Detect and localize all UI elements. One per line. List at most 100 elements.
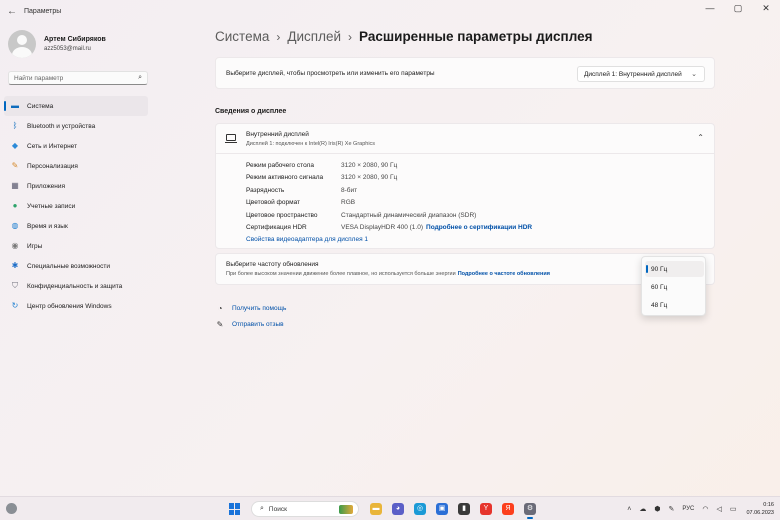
breadcrumb: Система › Дисплей › Расширенные параметр… — [215, 29, 592, 44]
start-button[interactable] — [229, 503, 241, 515]
bluetooth-icon: ᛒ — [12, 121, 18, 130]
section-title: Сведения о дисплее — [215, 108, 287, 115]
settings-window: ← Параметры — ▢ ✕ Артем Сибиряков azz505… — [0, 0, 780, 496]
display-dropdown-value: Дисплей 1: Внутренний дисплей — [584, 70, 682, 78]
sidebar-item[interactable]: ✱ Специальные возможности — [4, 256, 148, 276]
search-box[interactable]: ⌕ — [8, 71, 148, 85]
sidebar-item[interactable]: ✎ Персонализация — [4, 156, 148, 176]
info-row: Режим рабочего стола 3120 × 2080, 90 Гц — [246, 159, 397, 171]
sidebar: Артем Сибиряков azz5053@mail.ru ⌕ ▬ Систе… — [0, 22, 158, 496]
close-button[interactable]: ✕ — [752, 0, 780, 16]
sidebar-item[interactable]: ◉ Игры — [4, 236, 148, 256]
sidebar-item[interactable]: ◍ Время и язык — [4, 216, 148, 236]
user-profile[interactable]: Артем Сибиряков azz5053@mail.ru — [8, 30, 106, 58]
taskbar-apps: ▬ ◕ ◎ ▣ ▮ Y Я ⚙ — [365, 503, 541, 519]
maximize-button[interactable]: ▢ — [724, 0, 752, 16]
sidebar-item[interactable]: ● Учетные записи — [4, 196, 148, 216]
chevron-up-icon[interactable]: ⌃ — [697, 133, 704, 142]
help-icon: ◔ — [217, 303, 223, 313]
weather-icon[interactable] — [6, 503, 17, 514]
hdr-cert-link[interactable]: Подробнее о сертификации HDR — [426, 224, 532, 231]
apps-icon: ▦ — [11, 181, 19, 190]
sidebar-item-label: Время и язык — [27, 222, 68, 230]
feedback-link[interactable]: ✎ Отправить отзыв — [215, 316, 286, 332]
volume-icon[interactable]: ◁ — [716, 505, 721, 513]
sidebar-item-label: Персонализация — [27, 162, 78, 170]
sidebar-item[interactable]: ᛒ Bluetooth и устройства — [4, 116, 148, 136]
sidebar-item[interactable]: ◆ Сеть и Интернет — [4, 136, 148, 156]
display-select-card: Выберите дисплей, чтобы просмотреть или … — [215, 57, 715, 89]
antivirus-icon[interactable]: ⬢ — [654, 505, 660, 513]
clock-time: 0:16 — [763, 502, 774, 508]
refresh-option-90[interactable]: 90 Гц — [645, 261, 704, 277]
cloud-icon[interactable]: ☁ — [639, 505, 646, 513]
accessibility-icon: ✱ — [11, 261, 19, 270]
refresh-option-48[interactable]: 48 Гц — [645, 297, 704, 313]
info-value: 8-бит — [341, 186, 358, 194]
file-explorer-icon[interactable]: ▬ — [370, 503, 382, 515]
sidebar-item[interactable]: ↻ Центр обновления Windows — [4, 296, 148, 316]
info-key: Цветовое пространство — [246, 211, 318, 219]
breadcrumb-separator: › — [348, 29, 353, 44]
info-key: Режим рабочего стола — [246, 161, 314, 169]
chevron-up-icon[interactable]: ˄ — [627, 506, 631, 513]
wifi-icon[interactable]: ◠ — [702, 505, 708, 513]
back-icon[interactable]: ← — [2, 6, 22, 17]
breadcrumb-display[interactable]: Дисплей — [287, 29, 341, 44]
monitor-icon — [225, 134, 237, 143]
refresh-option-60[interactable]: 60 Гц — [645, 279, 704, 295]
yandex-icon[interactable]: Я — [502, 503, 514, 515]
settings-icon[interactable]: ⚙ — [524, 503, 536, 519]
window-title: Параметры — [24, 7, 62, 15]
sidebar-item-label: Учетные записи — [27, 202, 76, 210]
store-icon[interactable]: ▣ — [436, 503, 448, 515]
user-email: azz5053@mail.ru — [44, 46, 91, 52]
refresh-rate-title: Выберите частоту обновления — [226, 261, 319, 268]
get-help-link[interactable]: ◔ Получить помощь — [215, 300, 287, 316]
yandex-music-icon[interactable]: ▮ — [458, 503, 470, 515]
user-name: Артем Сибиряков — [44, 36, 106, 43]
feedback-label: Отправить отзыв — [232, 320, 284, 328]
display-name: Внутренний дисплей — [246, 131, 309, 138]
sidebar-item-label: Игры — [27, 242, 43, 250]
sidebar-item-label: Центр обновления Windows — [27, 302, 112, 310]
refresh-rate-desc-text: При более высоком значении движение боле… — [226, 271, 456, 277]
monitor-icon: ▬ — [11, 101, 19, 110]
clock[interactable]: 0:16 07.06.2023 — [746, 501, 774, 517]
display-dropdown[interactable]: Дисплей 1: Внутренний дисплей ⌄ — [577, 66, 705, 82]
search-highlight-icon — [339, 505, 353, 514]
chat-icon[interactable]: ◕ — [392, 503, 404, 515]
display-info-header[interactable]: Внутренний дисплей Дисплей 1: подключен … — [215, 123, 715, 153]
refresh-rate-card: Выберите частоту обновления При более вы… — [215, 253, 715, 285]
y-browser-icon[interactable]: Y — [480, 503, 492, 515]
page-title: Расширенные параметры дисплея — [359, 29, 593, 44]
sidebar-item[interactable]: ▬ Система — [4, 96, 148, 116]
chevron-down-icon: ⌄ — [691, 71, 697, 78]
system-tray: ˄ ☁ ⬢ ✎ РУС ◠ ◁ ▭ 0:16 07.06.2023 — [623, 500, 774, 518]
breadcrumb-system[interactable]: Система — [215, 29, 269, 44]
sidebar-item-label: Приложения — [27, 182, 66, 190]
edge-icon[interactable]: ◎ — [414, 503, 426, 515]
help-links: ◔ Получить помощь ✎ Отправить отзыв — [215, 300, 287, 332]
info-value: 3120 × 2080, 90 Гц — [341, 161, 398, 169]
sidebar-item[interactable]: ⛉ Конфиденциальность и защита — [4, 276, 148, 296]
battery-icon[interactable]: ▭ — [730, 505, 737, 513]
search-input[interactable] — [14, 74, 139, 82]
get-help-label: Получить помощь — [232, 304, 287, 312]
pen-icon[interactable]: ✎ — [668, 505, 674, 513]
globe-icon: ◍ — [11, 221, 19, 230]
adapter-properties-link[interactable]: Свойства видеоадаптера для дисплея 1 — [246, 236, 368, 243]
info-key: Режим активного сигнала — [246, 174, 324, 181]
search-icon[interactable]: ⌕ — [138, 74, 142, 82]
language-indicator[interactable]: РУС — [682, 506, 694, 512]
taskbar-search[interactable]: ⌕ Поиск — [251, 501, 359, 517]
sidebar-item[interactable]: ▦ Приложения — [4, 176, 148, 196]
network-icon: ◆ — [11, 141, 19, 150]
info-row: Режим активного сигнала 3120 × 2080, 90 … — [246, 172, 397, 184]
clock-date: 07.06.2023 — [746, 510, 774, 516]
info-row: Цветовое пространство Стандартный динами… — [246, 209, 476, 221]
display-adapter: Дисплей 1: подключен к Intel(R) Iris(R) … — [246, 141, 376, 147]
refresh-rate-link[interactable]: Подробнее о частоте обновления — [458, 271, 550, 277]
taskbar-center: ⌕ Поиск ▬ ◕ ◎ ▣ ▮ Y Я ⚙ — [229, 500, 541, 519]
minimize-button[interactable]: — — [696, 0, 724, 16]
